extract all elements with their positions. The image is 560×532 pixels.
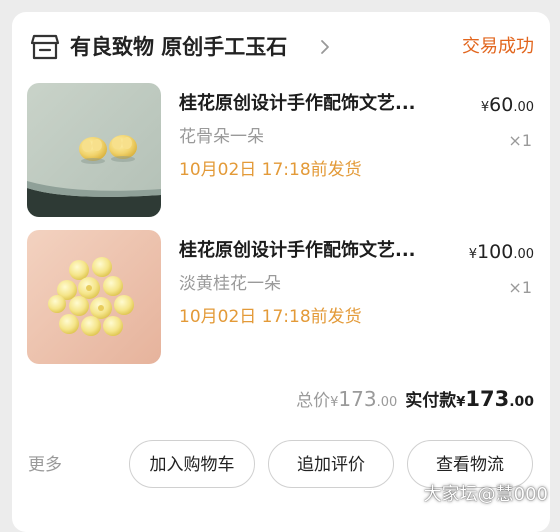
order-item[interactable]: 桂花原创设计手作配饰文艺... ¥100.00 淡黄桂花一朵 ×1 10月02日… bbox=[12, 230, 550, 370]
add-review-button[interactable]: 追加评价 bbox=[268, 440, 394, 488]
product-price: ¥60.00 bbox=[481, 93, 534, 120]
product-quantity: ×1 bbox=[508, 278, 532, 297]
paid-decimal: .00 bbox=[509, 394, 534, 410]
product-title[interactable]: 桂花原创设计手作配饰文艺... bbox=[179, 91, 459, 117]
product-image-1 bbox=[27, 83, 161, 217]
order-total: 总价¥173.00 实付款¥173.00 bbox=[296, 384, 534, 414]
price-integer: 60 bbox=[489, 94, 514, 116]
chevron-right-icon[interactable] bbox=[318, 38, 332, 56]
shop-name[interactable]: 有良致物 原创手工玉石 bbox=[70, 32, 287, 62]
product-spec: 淡黄桂花一朵 bbox=[179, 274, 281, 294]
product-title[interactable]: 桂花原创设计手作配饰文艺... bbox=[179, 238, 459, 264]
order-card: 有良致物 原创手工玉石 交易成功 桂花原创设计手作配饰文艺... ¥60.00 … bbox=[12, 12, 550, 532]
price-integer: 100 bbox=[477, 241, 514, 263]
product-price: ¥100.00 bbox=[469, 240, 534, 267]
paid-label: 实付款 bbox=[405, 391, 457, 411]
watermark: 大家坛@慧000 bbox=[423, 484, 548, 505]
price-currency: ¥ bbox=[480, 100, 490, 115]
shop-icon bbox=[30, 34, 60, 60]
paid-integer: 173 bbox=[465, 387, 510, 411]
add-to-cart-button[interactable]: 加入购物车 bbox=[129, 440, 255, 488]
product-quantity: ×1 bbox=[508, 131, 532, 150]
view-logistics-button[interactable]: 查看物流 bbox=[407, 440, 533, 488]
product-thumbnail[interactable] bbox=[27, 230, 161, 364]
shipping-deadline: 10月02日 17:18前发货 bbox=[179, 307, 362, 327]
total-label: 总价 bbox=[296, 391, 331, 411]
order-status: 交易成功 bbox=[462, 36, 534, 57]
shipping-deadline: 10月02日 17:18前发货 bbox=[179, 160, 362, 180]
order-header: 有良致物 原创手工玉石 交易成功 bbox=[12, 12, 550, 82]
price-decimal: .00 bbox=[513, 247, 534, 262]
paid-currency: ¥ bbox=[456, 395, 466, 410]
total-decimal: .00 bbox=[376, 395, 398, 410]
total-integer: 173 bbox=[338, 387, 377, 411]
product-thumbnail[interactable] bbox=[27, 83, 161, 217]
product-image-2 bbox=[27, 230, 161, 364]
price-currency: ¥ bbox=[468, 247, 478, 262]
price-decimal: .00 bbox=[513, 100, 534, 115]
more-button[interactable]: 更多 bbox=[28, 452, 62, 478]
product-spec: 花骨朵一朵 bbox=[179, 127, 264, 147]
order-item[interactable]: 桂花原创设计手作配饰文艺... ¥60.00 花骨朵一朵 ×1 10月02日 1… bbox=[12, 83, 550, 223]
